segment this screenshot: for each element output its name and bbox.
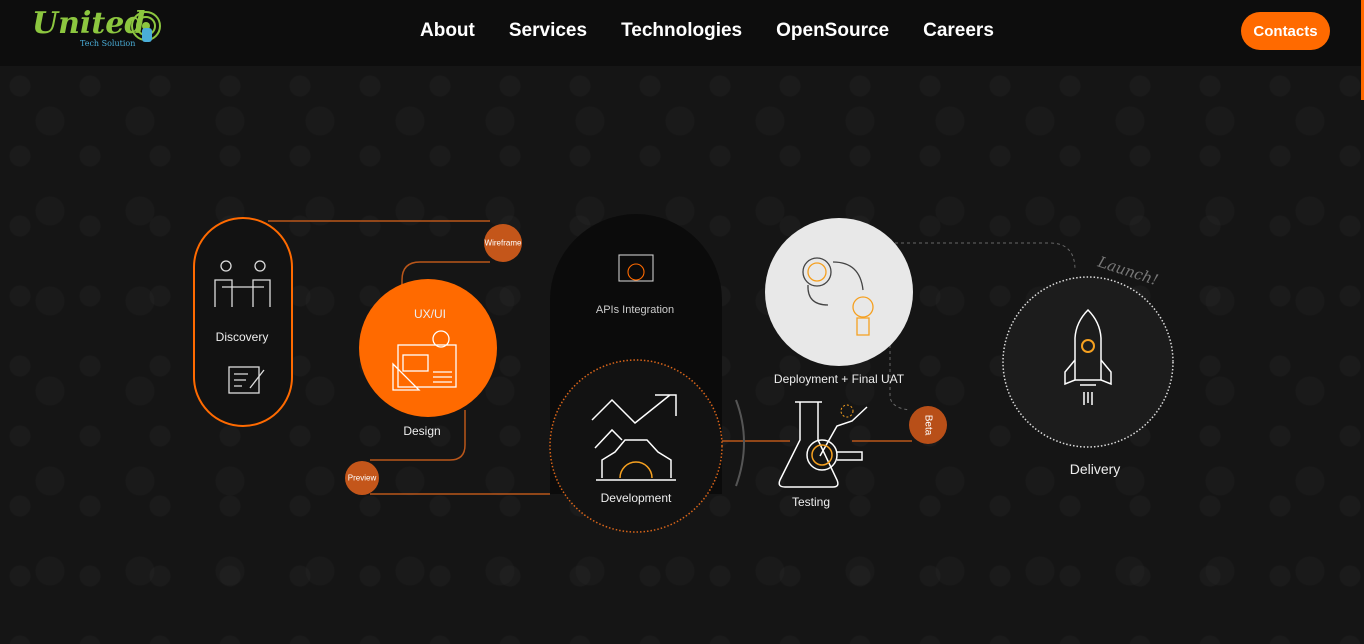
- delivery-label: Delivery: [1069, 461, 1121, 477]
- development-label: Development: [600, 491, 672, 505]
- development-circle: [549, 359, 723, 533]
- apis-label: APIs Integration: [595, 304, 675, 316]
- connector-deployment-delivery: [895, 242, 1076, 271]
- dashed-node: [840, 404, 854, 418]
- process-diagram: [193, 214, 1174, 533]
- discovery-label: Discovery: [215, 330, 269, 344]
- wireframe-label: Wireframe: [484, 238, 522, 248]
- gray-arc: [735, 399, 745, 487]
- beta-label: Beta: [922, 414, 934, 436]
- design-label: Design: [403, 424, 441, 438]
- uxui-label: UX/UI: [413, 307, 447, 321]
- discovery-pill: [193, 217, 293, 427]
- design-circle: [359, 279, 497, 417]
- preview-label: Preview: [347, 473, 377, 483]
- deployment-label: Deployment + Final UAT: [773, 372, 905, 386]
- testing-label: Testing: [791, 495, 831, 509]
- delivery-circle: [1002, 276, 1174, 448]
- deployment-circle: [765, 218, 913, 366]
